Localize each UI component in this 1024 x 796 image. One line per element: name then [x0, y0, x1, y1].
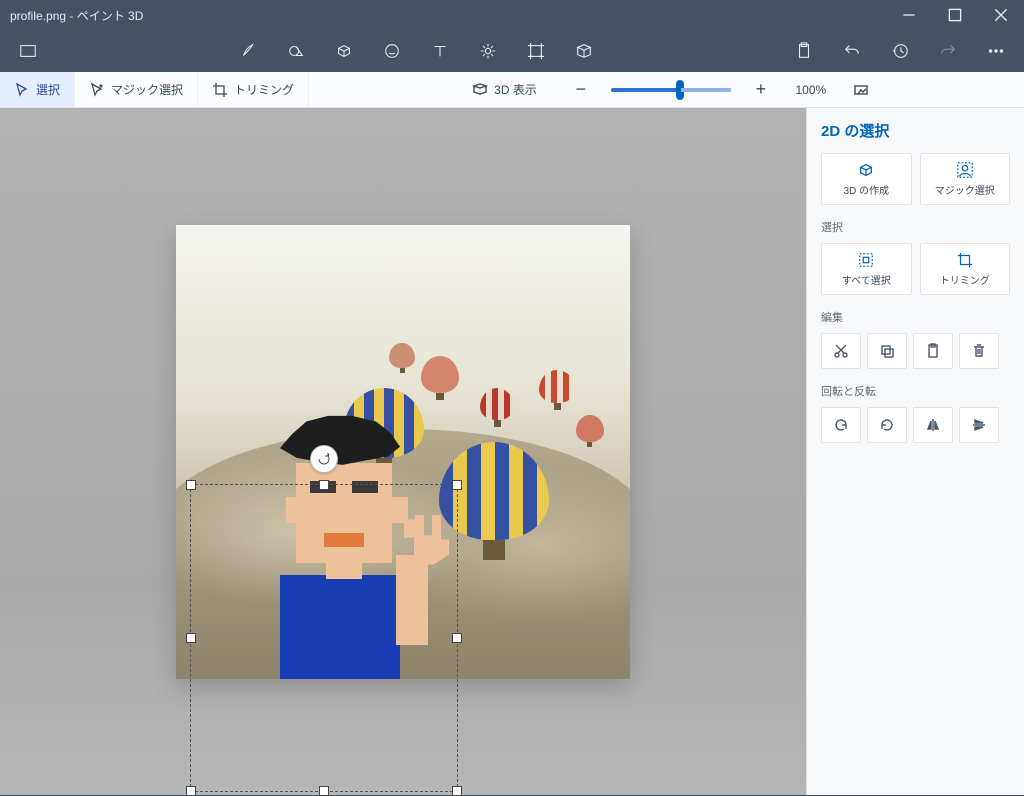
- cut-button[interactable]: [821, 333, 861, 369]
- effects-icon[interactable]: [468, 31, 508, 71]
- zoom-fit-icon[interactable]: [847, 76, 875, 104]
- create-3d-button[interactable]: 3D の作成: [821, 153, 912, 205]
- crop-button[interactable]: トリミング: [920, 243, 1011, 295]
- rotate-cw-button[interactable]: [867, 407, 907, 443]
- zoom-slider[interactable]: [611, 88, 731, 92]
- flip-horizontal-button[interactable]: [913, 407, 953, 443]
- minimize-button[interactable]: [886, 0, 932, 30]
- rotate-handle[interactable]: [310, 445, 338, 473]
- zoom-in-button[interactable]: +: [747, 76, 775, 104]
- balloon-icon: [389, 343, 415, 379]
- text-icon[interactable]: [420, 31, 460, 71]
- library-3d-icon[interactable]: [564, 31, 604, 71]
- select-all-label: すべて選択: [842, 272, 891, 287]
- resize-handle-w[interactable]: [186, 633, 196, 643]
- menu-button[interactable]: [8, 31, 48, 71]
- tool-magic-label: マジック選択: [111, 81, 183, 98]
- content-area: 2D の選択 3D の作成 マジック選択 選択 すべて選択 トリミング 編集: [0, 108, 1024, 795]
- zoom-thumb[interactable]: [676, 80, 684, 100]
- section-rotflip-label: 回転と反転: [821, 383, 1010, 399]
- rotate-ccw-button[interactable]: [821, 407, 861, 443]
- canvas-area[interactable]: [0, 108, 806, 795]
- section-edit-label: 編集: [821, 309, 1010, 325]
- window-title: profile.png - ペイント 3D: [10, 7, 886, 24]
- resize-handle-n[interactable]: [319, 480, 329, 490]
- canvas-icon[interactable]: [516, 31, 556, 71]
- tool-magic-select[interactable]: マジック選択: [75, 72, 198, 107]
- balloon-icon: [421, 356, 459, 408]
- tool-select-label: 選択: [36, 81, 60, 98]
- delete-button[interactable]: [959, 333, 999, 369]
- titlebar: profile.png - ペイント 3D: [0, 0, 1024, 30]
- crop-label: トリミング: [940, 272, 990, 287]
- view-3d-toggle[interactable]: 3D 表示: [458, 81, 551, 98]
- tool-crop[interactable]: トリミング: [198, 72, 309, 107]
- close-button[interactable]: [978, 0, 1024, 30]
- select-all-button[interactable]: すべて選択: [821, 243, 912, 295]
- zoom-out-button[interactable]: −: [567, 76, 595, 104]
- maximize-button[interactable]: [932, 0, 978, 30]
- panel-title: 2D の選択: [821, 120, 1010, 141]
- redo-icon[interactable]: [928, 31, 968, 71]
- paste-button[interactable]: [913, 333, 953, 369]
- tool-crop-label: トリミング: [234, 81, 294, 98]
- history-icon[interactable]: [880, 31, 920, 71]
- stickers-icon[interactable]: [372, 31, 412, 71]
- selection-marquee[interactable]: [190, 484, 458, 792]
- flip-vertical-button[interactable]: [959, 407, 999, 443]
- side-panel: 2D の選択 3D の作成 マジック選択 選択 すべて選択 トリミング 編集: [806, 108, 1024, 795]
- undo-icon[interactable]: [832, 31, 872, 71]
- magic-select-label: マジック選択: [935, 182, 995, 197]
- magic-select-button[interactable]: マジック選択: [920, 153, 1011, 205]
- resize-handle-nw[interactable]: [186, 480, 196, 490]
- balloon-icon: [480, 388, 514, 434]
- shapes-3d-icon[interactable]: [324, 31, 364, 71]
- more-icon[interactable]: [976, 31, 1016, 71]
- view-3d-label: 3D 表示: [494, 81, 537, 98]
- create-3d-label: 3D の作成: [843, 182, 889, 197]
- shapes-2d-icon[interactable]: [276, 31, 316, 71]
- sub-toolbar: 選択 マジック選択 トリミング 3D 表示 − + 100%: [0, 72, 1024, 108]
- resize-handle-e[interactable]: [452, 633, 462, 643]
- brushes-icon[interactable]: [228, 31, 268, 71]
- balloon-icon: [539, 370, 575, 418]
- balloon-icon: [576, 415, 604, 453]
- resize-handle-ne[interactable]: [452, 480, 462, 490]
- section-select-label: 選択: [821, 219, 1010, 235]
- paste-icon[interactable]: [784, 31, 824, 71]
- zoom-value: 100%: [791, 83, 831, 97]
- ribbon: [0, 30, 1024, 72]
- copy-button[interactable]: [867, 333, 907, 369]
- tool-select[interactable]: 選択: [0, 72, 75, 107]
